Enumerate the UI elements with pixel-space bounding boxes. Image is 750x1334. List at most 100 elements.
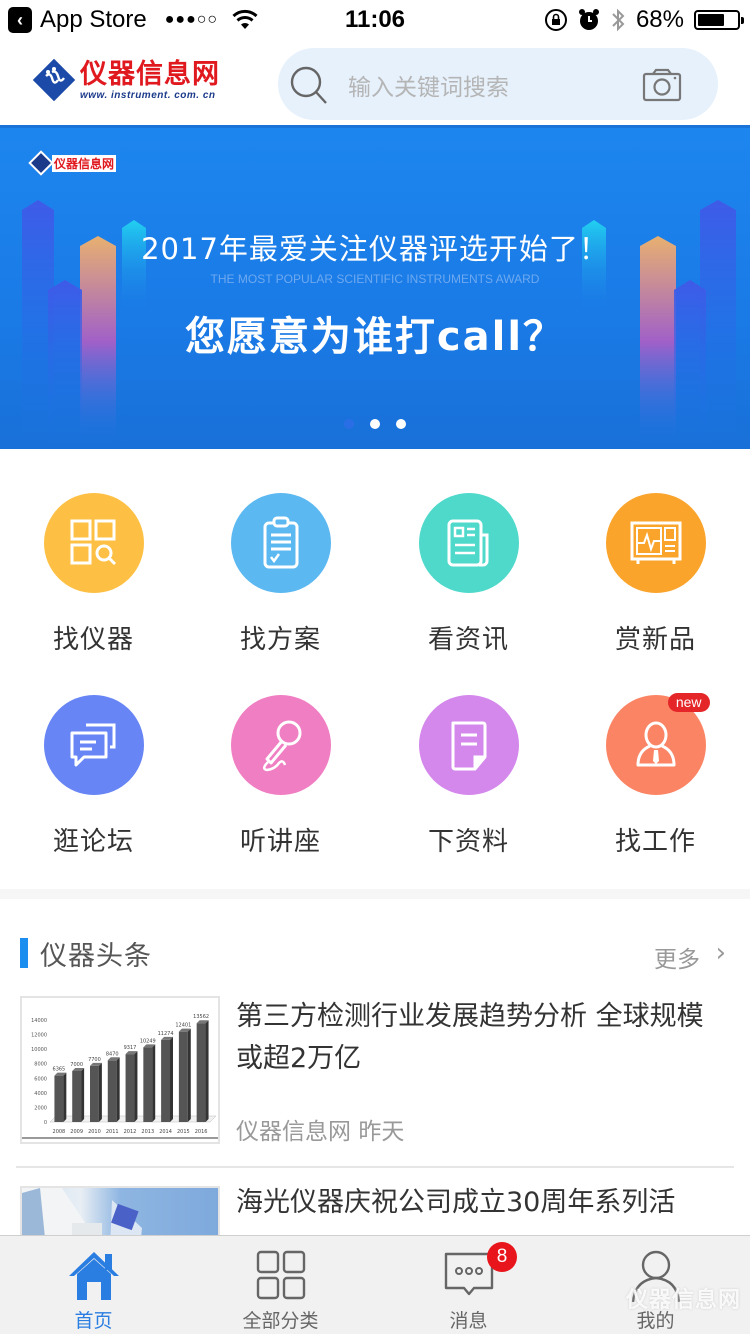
carousel-dot[interactable] [344, 419, 354, 429]
news-separator [16, 1166, 734, 1168]
y-tick-label: 10000 [31, 1047, 47, 1053]
y-tick-label: 0 [44, 1120, 47, 1126]
banner-title: 2017年最爱关注仪器评选开始了！ [141, 232, 609, 266]
chart-bar [72, 1071, 82, 1122]
y-tick-label: 14000 [31, 1018, 47, 1024]
y-tick-label: 4000 [34, 1091, 47, 1097]
battery-icon [694, 10, 744, 30]
news-title[interactable]: 第三方检测行业发展趋势分析 全球规模或超2万亿 [236, 996, 716, 1080]
bluetooth-icon [612, 8, 625, 32]
status-bar: ‹ App Store ●●●○○ 11:06 68% [0, 0, 750, 40]
menu-icon-circle [43, 695, 144, 795]
menu-icon-circle [418, 493, 519, 593]
news-time: 昨天 [358, 1119, 405, 1145]
tab-home[interactable]: 首页 [0, 1236, 187, 1334]
new-badge: new [667, 693, 710, 712]
site-logo[interactable]: 仪器信息网 www. instrument. com. cn [32, 58, 220, 102]
menu-item-downloads[interactable]: 下资料 [375, 695, 562, 858]
battery-percent: 68% [635, 6, 684, 33]
bar-value-label: 7000 [70, 1062, 83, 1068]
menu-icon-circle [230, 493, 331, 593]
menu-item-lectures[interactable]: 听讲座 [187, 695, 374, 858]
news-title[interactable]: 海光仪器庆祝公司成立30周年系列活 [236, 1182, 716, 1224]
carousel-indicators [0, 419, 750, 429]
battery-level [698, 14, 724, 26]
x-tick-label: 2013 [141, 1129, 154, 1135]
search-placeholder: 输入关键词搜索 [348, 75, 509, 101]
bar-value-label: 13562 [193, 1014, 209, 1020]
rotation-lock-icon [544, 9, 567, 31]
thumbnail-chart: 0 2000 4000 6000 8000 10000 12000 14000 6365 2008… [22, 1014, 218, 1139]
bottom-tab-bar: 首页 全部分类 8 消息 我的 仪器信息网 [0, 1235, 750, 1334]
menu-icon-circle [418, 695, 519, 795]
news-item[interactable]: 0 2000 4000 6000 8000 10000 12000 14000 6365 2008… [0, 996, 750, 1168]
chart-bar-side [187, 1028, 191, 1122]
chart-bar-side [170, 1036, 173, 1122]
x-tick-label: 2014 [159, 1129, 172, 1135]
y-tick-label: 6000 [34, 1076, 47, 1082]
home-icon [68, 1252, 119, 1300]
camera-icon[interactable] [642, 68, 682, 102]
chart-bar [161, 1039, 170, 1122]
tab-all-categories[interactable]: 全部分类 [187, 1236, 374, 1334]
menu-item-find-instrument[interactable]: 找仪器 [0, 493, 187, 656]
menu-item-new-products[interactable]: 赏新品 [562, 493, 749, 656]
logo-diamond-icon [32, 58, 76, 102]
chart-bar-side [98, 1062, 102, 1122]
bar-value-label: 8470 [106, 1051, 119, 1057]
chart-bar [178, 1031, 188, 1122]
menu-label: 听讲座 [239, 827, 321, 857]
clipboard-icon [263, 516, 298, 569]
carousel-dot[interactable] [370, 419, 380, 429]
x-tick-label: 2010 [88, 1129, 101, 1135]
y-tick-label: 2000 [34, 1105, 47, 1111]
chevron-right-icon[interactable]: › [716, 938, 726, 968]
chart-bar-side [81, 1068, 85, 1122]
monitor-icon [630, 521, 681, 564]
chart-bar [125, 1054, 135, 1122]
tab-messages[interactable]: 8 消息 [375, 1236, 562, 1334]
more-link[interactable]: 更多 [654, 940, 700, 974]
menu-label: 赏新品 [614, 625, 696, 655]
menu-label: 找方案 [239, 625, 321, 655]
app-header: 仪器信息网 www. instrument. com. cn 输入关键词搜索 [0, 40, 750, 128]
tab-me[interactable]: 我的 仪器信息网 [562, 1236, 749, 1334]
grid-icon [256, 1250, 305, 1300]
banner-headline: 您愿意为谁打call？ [184, 314, 566, 360]
banner-subtitle: THE MOST POPULAR SCIENTIFIC INSTRUMENTS … [210, 272, 540, 286]
alarm-icon [578, 9, 599, 30]
chat-bubbles-icon [70, 723, 115, 767]
y-tick-label: 12000 [31, 1033, 47, 1039]
menu-item-jobs[interactable]: new 找工作 [562, 693, 749, 858]
bar-value-label: 10249 [140, 1038, 156, 1044]
bar-value-label: 7700 [88, 1057, 101, 1063]
y-tick-label: 8000 [34, 1062, 47, 1068]
microphone-icon [262, 720, 301, 772]
tab-label: 全部分类 [242, 1310, 319, 1332]
watermark: 仪器信息网 [625, 1288, 741, 1313]
search-icon [290, 66, 327, 104]
section-divider [0, 889, 750, 899]
menu-icon-circle [605, 493, 706, 593]
menu-item-find-solution[interactable]: 找方案 [187, 493, 374, 656]
bar-value-label: 6365 [53, 1067, 66, 1073]
news-source: 仪器信息网 [236, 1119, 351, 1145]
promo-banner[interactable]: 仪器信息网 2017年最爱关注仪器评选开始了！ THE MOST POPULAR… [0, 128, 750, 449]
banner-logo: 仪器信息网 [28, 150, 117, 176]
menu-icon-circle: new [605, 693, 710, 795]
newspaper-icon [447, 519, 488, 567]
unread-badge: 8 [487, 1242, 517, 1272]
search-input[interactable]: 输入关键词搜索 [278, 48, 718, 120]
chart-bar-side [63, 1072, 67, 1122]
bar-chart-thumbnail: 0 2000 4000 6000 8000 10000 12000 14000 6365 2008… [20, 996, 220, 1144]
logo-url-text: www. instrument. com. cn [80, 89, 216, 101]
menu-icon-circle [230, 695, 331, 795]
menu-item-forum[interactable]: 逛论坛 [0, 695, 187, 858]
tab-label: 消息 [449, 1310, 488, 1332]
menu-label: 找仪器 [52, 625, 134, 655]
chart-bar [143, 1047, 153, 1122]
menu-item-news[interactable]: 看资讯 [375, 493, 562, 656]
x-tick-label: 2016 [195, 1129, 208, 1135]
carousel-dot[interactable] [396, 419, 406, 429]
bar-value-label: 9317 [124, 1045, 137, 1051]
